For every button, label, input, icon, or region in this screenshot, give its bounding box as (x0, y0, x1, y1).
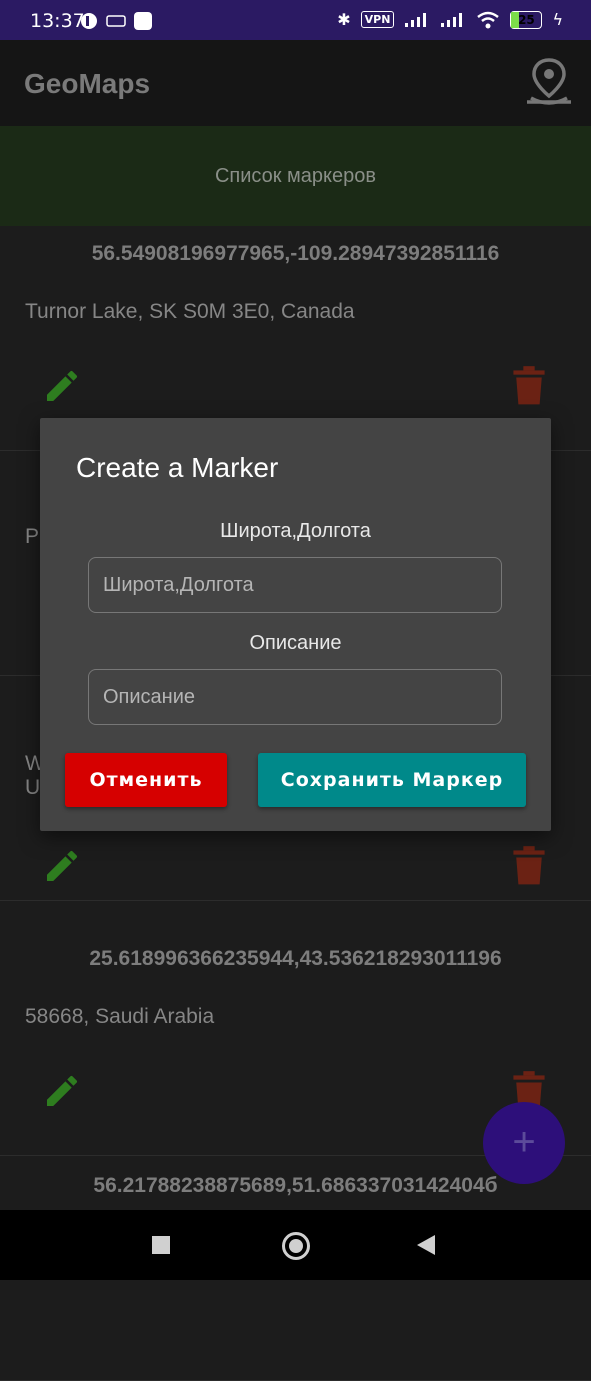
home-icon[interactable] (282, 1232, 310, 1260)
marker-coords: 56.54908196977965,-109.28947392851116 (91, 242, 500, 265)
wifi-icon (477, 11, 500, 28)
description-input[interactable] (88, 669, 502, 725)
map-pin-icon[interactable] (523, 56, 575, 108)
marker-address: 58668, Saudi Arabia (25, 1005, 215, 1028)
system-nav-bar (0, 1210, 591, 1280)
coords-label: Широта,Долгота (220, 520, 371, 542)
vpn-badge: VPN (360, 11, 395, 28)
edit-icon[interactable] (42, 846, 82, 886)
marker-address: P (25, 525, 40, 548)
marker-address: Turnor Lake, SK S0M 3E0, Canada (25, 300, 355, 323)
create-marker-dialog: Create a Marker Широта,Долгота Описание … (40, 418, 551, 831)
cancel-button[interactable]: Отменить (65, 753, 227, 807)
coords-input[interactable] (88, 557, 502, 613)
app-notification-icon (134, 12, 152, 30)
edit-icon[interactable] (42, 1071, 82, 1111)
app-bar: GeoMaps (0, 40, 591, 126)
recents-icon[interactable] (152, 1236, 170, 1254)
bluetooth-icon: ✱ (337, 10, 351, 29)
charging-icon: ϟ (552, 10, 563, 29)
save-marker-button[interactable]: Сохранить Маркер (258, 753, 526, 807)
edit-icon[interactable] (42, 366, 82, 406)
signal-icon (405, 12, 427, 27)
back-icon[interactable] (417, 1235, 435, 1255)
battery-indicator: 25 (510, 10, 543, 29)
dialog-title: Create a Marker (76, 452, 279, 483)
description-label: Описание (249, 632, 342, 654)
status-bar: 13:37 ✱ VPN 25 ϟ (0, 0, 591, 40)
signal-icon-2 (441, 12, 463, 27)
notification-app-icon (81, 13, 97, 29)
status-time: 13:37 (30, 10, 85, 32)
marker-coords: 25.618996366235944,43.536218293011196 (89, 947, 502, 970)
add-marker-button[interactable]: + (483, 1102, 565, 1184)
delete-icon[interactable] (512, 846, 546, 886)
app-title: GeoMaps (24, 68, 151, 99)
delete-icon[interactable] (512, 366, 546, 406)
sim-card-icon (106, 15, 126, 27)
marker-list-header: Список маркеров (0, 126, 591, 226)
